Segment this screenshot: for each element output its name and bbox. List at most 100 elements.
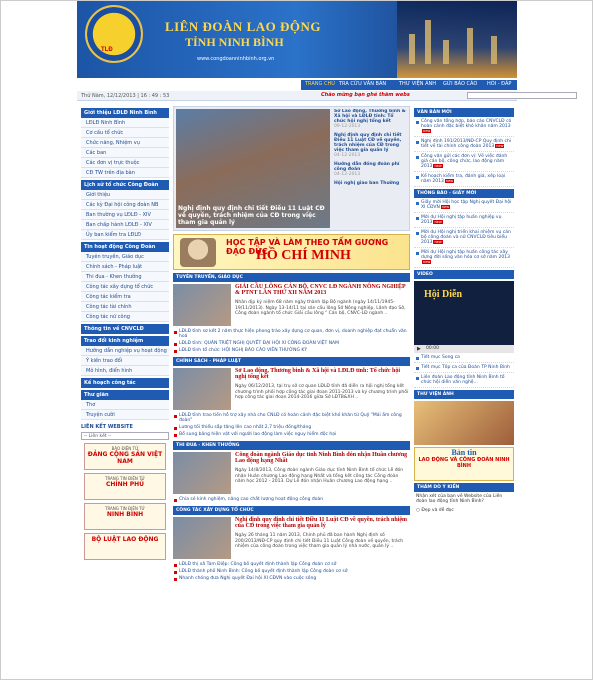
menu-item[interactable]: Các kỳ Đại hội công đoàn NB xyxy=(81,200,169,210)
menu-item[interactable]: Mô hình, điển hình xyxy=(81,366,169,376)
banner-boluat[interactable]: BỘ LUẬT LAO ĐỘNG xyxy=(84,533,166,560)
section-header[interactable]: CÔNG TÁC XÂY DỰNG TỔ CHỨC xyxy=(173,506,410,515)
featured-item[interactable]: Nghị định quy định chi tiết Điều 11 Luật… xyxy=(334,133,406,158)
article: GIẢI CẦU LÔNG CÁN BỘ, CNVC LĐ NGÀNH NÔNG… xyxy=(173,284,410,328)
radio-icon[interactable]: ○ xyxy=(416,508,420,513)
nav-gallery[interactable]: THƯ VIỆN ẢNH xyxy=(399,81,436,87)
poll-option[interactable]: ○ Đẹp và dễ đọc xyxy=(414,506,514,515)
menu-item[interactable]: Thơ xyxy=(81,400,169,410)
banner-ninhbinh[interactable]: TRANG TIN ĐIỆN TỬ NINH BÌNH xyxy=(84,503,166,530)
article-title[interactable]: GIẢI CẦU LÔNG CÁN BỘ, CNVC LĐ NGÀNH NÔNG… xyxy=(235,284,409,296)
related-link[interactable]: LĐLĐ tỉnh sơ kết 2 năm thực hiện phong t… xyxy=(173,328,410,340)
menu-header-experience[interactable]: Trao đổi kinh nghiệm xyxy=(81,336,169,346)
nav-faq[interactable]: HỎI - ĐÁP xyxy=(487,81,511,87)
related-link[interactable]: LĐLĐ thị xã Tam Điệp: Công bố quyết định… xyxy=(173,561,410,568)
article-title[interactable]: Công đoàn ngành Giáo dục tỉnh Ninh Bình … xyxy=(235,452,409,464)
notice-link[interactable]: Giấy mời Hội học tập Nghị quyết Đại hội … xyxy=(414,198,514,213)
menu-item[interactable]: Các ban xyxy=(81,148,169,158)
video-controls[interactable]: ▶ 00:00 xyxy=(414,345,514,353)
hcm-banner[interactable]: HỌC TẬP VÀ LÀM THEO TẤM GƯƠNG ĐẠO ĐỨC HỒ… xyxy=(173,234,410,270)
nav-documents[interactable]: TRA CỨU VĂN BẢN xyxy=(339,81,386,87)
menu-item[interactable]: Thi đua - Khen thưởng xyxy=(81,272,169,282)
section-header[interactable]: TUYÊN TRUYỀN, GIÁO DỤC xyxy=(173,273,410,282)
article-title[interactable]: Sở Lao động, Thương binh & Xã hội và LĐL… xyxy=(235,368,409,380)
nav-home[interactable]: TRANG CHỦ xyxy=(305,81,335,87)
tld-logo[interactable]: TLĐ xyxy=(85,5,143,63)
logo-text: TLĐ xyxy=(101,47,113,53)
menu-item[interactable]: Hướng dẫn nghiệp vụ hoạt động xyxy=(81,346,169,356)
menu-header-intro[interactable]: Giới thiệu LĐLĐ Ninh Bình xyxy=(81,108,169,118)
menu-item[interactable]: Công tác kiểm tra xyxy=(81,292,169,302)
menu-item[interactable]: Các đơn vị trực thuộc xyxy=(81,158,169,168)
related-link[interactable]: LĐLĐ thành phố Ninh Bình: Công bố quyết … xyxy=(173,568,410,575)
portrait-image xyxy=(180,238,216,267)
section-header[interactable]: THI ĐUA - KHEN THƯỞNG xyxy=(173,441,410,450)
search-input[interactable] xyxy=(467,92,577,99)
document-link[interactable]: Nghị định 191/2013/NĐ-CP Quy định chi ti… xyxy=(414,137,514,152)
menu-header-plan[interactable]: Kế hoạch công tác xyxy=(81,378,169,388)
banner-dcsvn[interactable]: BÁO ĐIỆN TỬ ĐẢNG CỘNG SẢN VIỆT NAM xyxy=(84,443,166,470)
related-link[interactable]: Nhanh chóng đưa Nghị quyết Đại hội XI CĐ… xyxy=(173,575,410,582)
nav-report[interactable]: GỬI BÁO CÁO xyxy=(443,81,477,87)
article-title[interactable]: Nghị định quy định chi tiết Điều 11 Luật… xyxy=(235,517,409,529)
featured-item[interactable]: Sở Lao động, Thương binh & Xã hội và LĐL… xyxy=(334,109,406,129)
article: Sở Lao động, Thương binh & Xã hội và LĐL… xyxy=(173,368,410,412)
menu-item[interactable]: Ban chấp hành LĐLĐ - XIV xyxy=(81,220,169,230)
menu-item[interactable]: CĐ TW trên địa bàn xyxy=(81,168,169,178)
document-link[interactable]: Công văn tổng hợp, báo cáo CNVCLĐ có hoà… xyxy=(414,117,514,137)
menu-item[interactable]: Ý kiến trao đổi xyxy=(81,356,169,366)
related-link[interactable]: LĐLĐ tỉnh trao tiền hỗ trợ xây nhà cho C… xyxy=(173,412,410,424)
related-link[interactable]: Chia sẻ kinh nghiệm, nâng cao chất lượng… xyxy=(173,496,410,503)
menu-header-relax[interactable]: Thư giãn xyxy=(81,390,169,400)
featured-caption[interactable]: Nghị định quy định chi tiết Điều 11 Luật… xyxy=(178,205,326,226)
page: TLĐ LIÊN ĐOÀN LAO ĐỘNG TỈNH NINH BÌNH ww… xyxy=(0,0,593,680)
menu-header-history[interactable]: Lịch sử tổ chức Công Đoàn xyxy=(81,180,169,190)
city-night-image xyxy=(397,1,517,78)
menu-item[interactable]: Ban thường vụ LĐLĐ - XIV xyxy=(81,210,169,220)
menu-header-workers[interactable]: Thông tin về CNVCLĐ xyxy=(81,324,169,334)
menu-item[interactable]: Truyện cười xyxy=(81,410,169,420)
section-header[interactable]: CHÍNH SÁCH - PHÁP LUẬT xyxy=(173,357,410,366)
related-link[interactable]: LĐLĐ tỉnh tổ chức: HỘI NGHỊ BÁO CÁO VIÊN… xyxy=(173,347,410,354)
left-sidebar: Giới thiệu LĐLĐ Ninh Bình LĐLĐ Ninh Bình… xyxy=(81,106,169,560)
new-badge-icon: new xyxy=(433,164,443,168)
video-link[interactable]: Tiết mục Tốp ca của Đoàn TP Ninh Bình xyxy=(414,363,514,373)
article-thumbnail[interactable] xyxy=(173,368,231,410)
menu-item[interactable]: Giới thiệu xyxy=(81,190,169,200)
menu-item[interactable]: Chức năng, Nhiệm vụ xyxy=(81,138,169,148)
document-link[interactable]: Kế hoạch kiểm tra, đánh giá, xếp loại nă… xyxy=(414,172,514,187)
menu-header-activity[interactable]: Tin hoạt động Công Đoàn xyxy=(81,242,169,252)
menu-item[interactable]: Công tác xây dựng tổ chức xyxy=(81,282,169,292)
menu-item[interactable]: Ủy ban kiểm tra LĐLĐ xyxy=(81,230,169,240)
menu-item[interactable]: Chính sách - Pháp luật xyxy=(81,262,169,272)
banner-chinhphu[interactable]: TRANG TIN ĐIỆN TỬ CHÍNH PHỦ xyxy=(84,473,166,500)
gallery-thumbnail[interactable] xyxy=(414,401,514,445)
current-date: Thứ Năm, 12/12/2013 | 16 : 49 : 53 xyxy=(81,93,170,99)
article-thumbnail[interactable] xyxy=(173,517,231,559)
video-player[interactable]: Hội Diễn ▶ 00:00 xyxy=(414,281,514,353)
related-link[interactable]: Lương tối thiểu sắp tăng lên cao nhất 2,… xyxy=(173,424,410,431)
newsletter-banner[interactable]: Bản tin LAO ĐỘNG VÀ CÔNG ĐOÀN NINH BÌNH xyxy=(414,447,514,481)
related-link[interactable]: Bổ sung bảng hiện vật với người lao động… xyxy=(173,431,410,438)
video-link[interactable]: Tiết mục Song ca xyxy=(414,353,514,363)
links-select[interactable]: -- Liên kết -- xyxy=(81,432,169,440)
menu-item[interactable]: Công tác tài chính xyxy=(81,302,169,312)
notice-link[interactable]: Mời dự Hội nghị tập huấn công tác xây dự… xyxy=(414,248,514,268)
video-link[interactable]: Liên đoàn Lao động tỉnh Ninh Bình tổ chứ… xyxy=(414,373,514,388)
article-thumbnail[interactable] xyxy=(173,452,231,494)
play-icon[interactable]: ▶ xyxy=(417,346,421,352)
related-link[interactable]: LĐLĐ tỉnh: QUÁN TRIỆT NGHỊ QUYẾT ĐẠI HỘI… xyxy=(173,340,410,347)
article-summary: Ngày 06/12/2013, tại trụ sở cơ quan LĐLĐ… xyxy=(235,384,409,400)
article-thumbnail[interactable] xyxy=(173,284,231,326)
menu-item[interactable]: Cơ cấu tổ chức xyxy=(81,128,169,138)
featured-item[interactable]: Hội nghị giao ban Thường xyxy=(334,181,406,186)
featured-item[interactable]: Hướng dẫn đóng đoàn phí công đoàn 04-12-2… xyxy=(334,162,406,177)
menu-item[interactable]: LĐLĐ Ninh Bình xyxy=(81,118,169,128)
main-content: Nghị định quy định chi tiết Điều 11 Luật… xyxy=(173,106,410,582)
menu-item[interactable]: Tuyên truyền, Giáo dục xyxy=(81,252,169,262)
menu-item[interactable]: Công tác nữ công xyxy=(81,312,169,322)
document-link[interactable]: Công văn gửi các đơn vị: Về việc đánh gi… xyxy=(414,152,514,172)
section-propaganda: TUYÊN TRUYỀN, GIÁO DỤC GIẢI CẦU LÔNG CÁN… xyxy=(173,273,410,354)
notice-link[interactable]: Mời dự Hội nghị triển khai nhiệm vụ cán … xyxy=(414,228,514,248)
notice-link[interactable]: Mời dự Hội nghị tập huấn nghiệp vụ 2013 n… xyxy=(414,213,514,228)
